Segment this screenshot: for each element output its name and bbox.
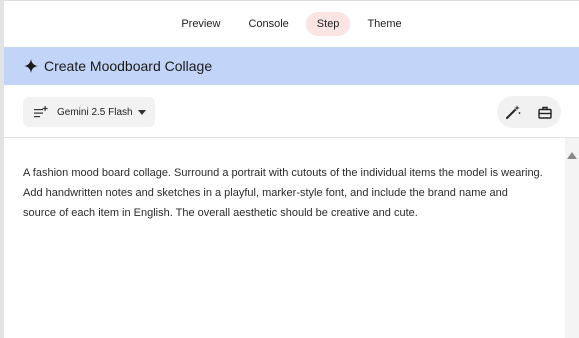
- caret-down-icon: [137, 109, 146, 115]
- page-title: Create Moodboard Collage: [44, 58, 213, 74]
- sparkle-icon: [24, 59, 38, 73]
- model-list-icon: [34, 106, 48, 118]
- vertical-scrollbar[interactable]: [565, 138, 579, 338]
- toolbox-icon[interactable]: [537, 104, 553, 120]
- model-selector[interactable]: Gemini 2.5 Flash: [23, 97, 155, 127]
- step-header: Create Moodboard Collage: [4, 47, 579, 85]
- tab-theme[interactable]: Theme: [356, 12, 412, 36]
- magic-wand-icon[interactable]: [505, 104, 521, 120]
- tab-preview[interactable]: Preview: [170, 12, 231, 36]
- tab-console[interactable]: Console: [237, 12, 299, 36]
- scroll-up-arrow-icon[interactable]: [567, 152, 577, 159]
- prompt-toolbar: Gemini 2.5 Flash: [4, 86, 579, 138]
- toolbar-actions: [497, 96, 561, 128]
- view-tabs: Preview Console Step Theme: [4, 10, 579, 38]
- tab-step[interactable]: Step: [305, 12, 351, 36]
- window-top-border: [0, 0, 579, 1]
- prompt-text[interactable]: A fashion mood board collage. Surround a…: [23, 163, 543, 223]
- model-label: Gemini 2.5 Flash: [57, 106, 133, 118]
